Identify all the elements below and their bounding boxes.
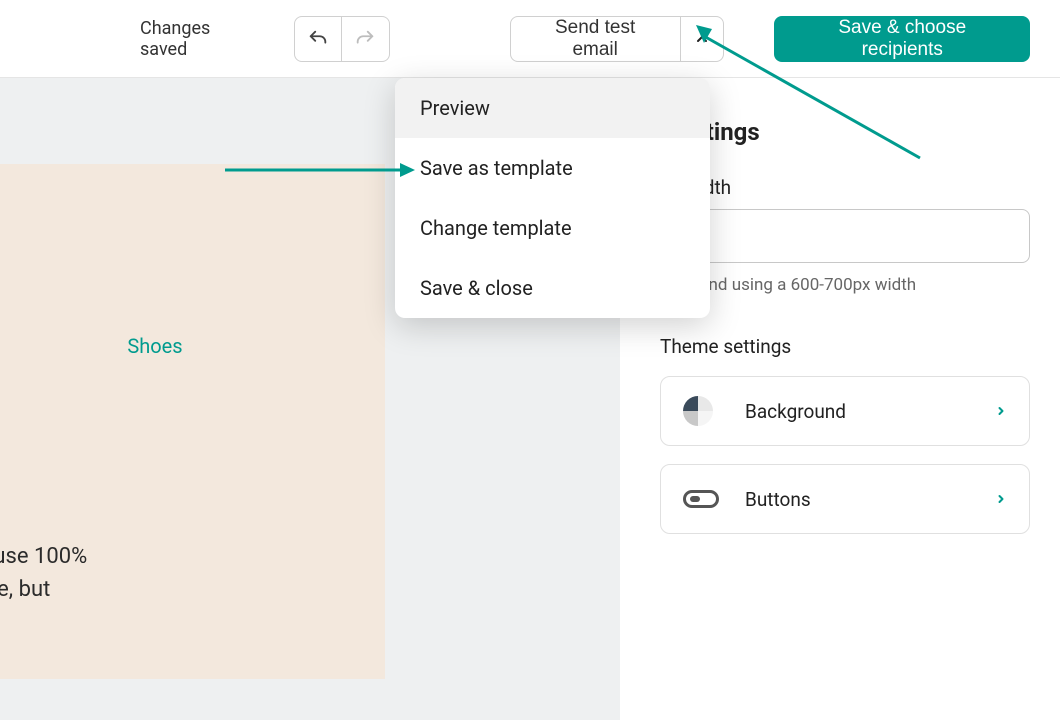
- chevron-right-icon: [995, 403, 1007, 419]
- redo-icon: [354, 28, 376, 50]
- dropdown-save-as-template[interactable]: Save as template: [395, 138, 710, 198]
- buttons-icon: [683, 490, 725, 508]
- dropdown-preview[interactable]: Preview: [395, 78, 710, 138]
- undo-icon: [307, 28, 329, 50]
- annotation-arrow-left: [225, 155, 415, 185]
- body-line: ale-founded factories use 100%: [0, 544, 87, 569]
- email-canvas[interactable]: g o Shoes you warm ale-founded factories…: [0, 164, 385, 679]
- canvas-body: ale-founded factories use 100% great for…: [0, 540, 345, 639]
- background-setting[interactable]: Background: [660, 376, 1030, 446]
- save-status: Changes saved: [140, 18, 254, 60]
- annotation-arrow-right: [690, 23, 930, 163]
- dropdown-change-template[interactable]: Change template: [395, 198, 710, 258]
- canvas-headline: you warm: [0, 448, 345, 505]
- canvas-width-label: as width: [660, 176, 1030, 199]
- width-hint: ommend using a 600-700px width: [660, 275, 1030, 295]
- canvas-nav-link[interactable]: Shoes: [0, 334, 345, 358]
- canvas-width-input[interactable]: [660, 209, 1030, 263]
- buttons-setting[interactable]: Buttons: [660, 464, 1030, 534]
- theme-settings-heading: Theme settings: [660, 335, 1030, 358]
- undo-redo-group: [294, 16, 390, 62]
- undo-button[interactable]: [294, 16, 342, 62]
- body-line: great for your wardrobe, but: [0, 577, 50, 602]
- canvas-logo: g o: [0, 234, 345, 264]
- setting-label: Background: [745, 400, 995, 423]
- send-test-email-button[interactable]: Send test email: [510, 16, 681, 62]
- dropdown-save-close[interactable]: Save & close: [395, 258, 710, 318]
- redo-button[interactable]: [342, 16, 390, 62]
- background-icon: [683, 396, 725, 426]
- chevron-right-icon: [995, 491, 1007, 507]
- save-dropdown-menu: Preview Save as template Change template…: [395, 78, 710, 318]
- setting-label: Buttons: [745, 488, 995, 511]
